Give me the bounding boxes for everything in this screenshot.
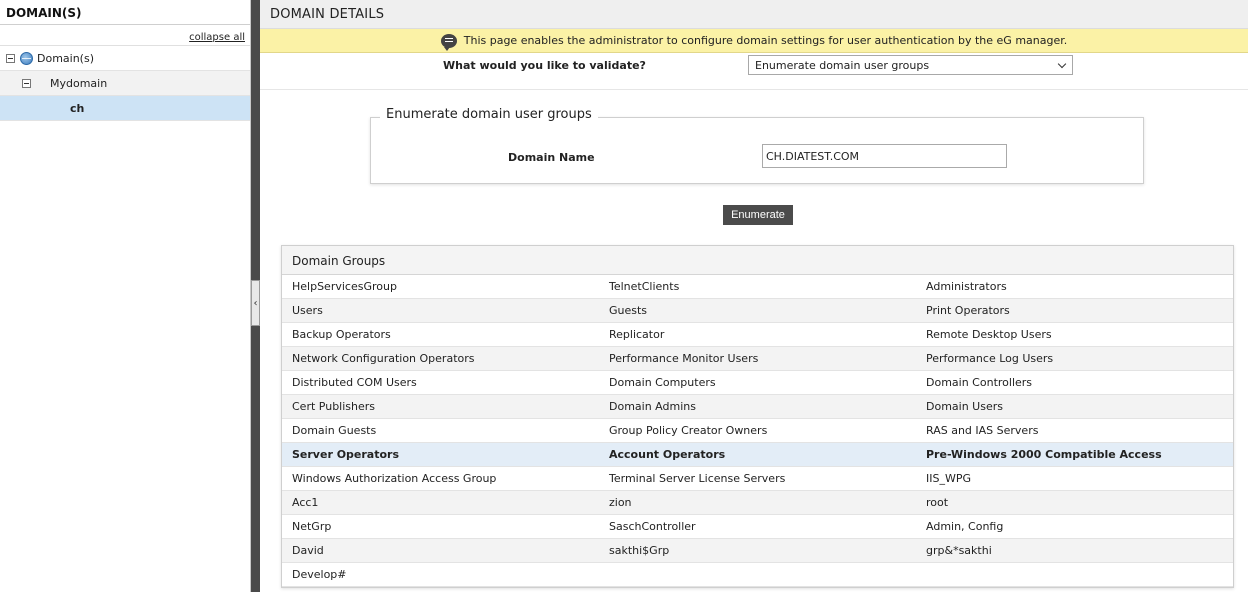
group-cell[interactable]: Remote Desktop Users [916,328,1233,341]
tree-node-domains[interactable]: Domain(s) [0,46,250,71]
table-row: Acc1 zion root [282,491,1233,515]
group-cell[interactable]: Guests [599,304,916,317]
chevron-down-icon [1057,59,1067,69]
main-content: DOMAIN DETAILS This page enables the adm… [260,0,1248,592]
group-cell[interactable]: Cert Publishers [282,400,599,413]
collapse-toggle-icon[interactable] [22,78,31,88]
group-cell[interactable]: Acc1 [282,496,599,509]
group-cell[interactable]: Users [282,304,599,317]
table-row: Windows Authorization Access Group Termi… [282,467,1233,491]
domain-groups-table: Domain Groups HelpServicesGroup TelnetCl… [281,245,1234,588]
domain-tree-panel: DOMAIN(S) collapse all Domain(s) Mydomai… [0,0,251,592]
fieldset-legend: Enumerate domain user groups [380,107,598,122]
chevron-left-icon: ‹ [253,297,258,309]
group-cell[interactable]: Group Policy Creator Owners [599,424,916,437]
table-row: Distributed COM Users Domain Computers D… [282,371,1233,395]
group-cell[interactable]: Terminal Server License Servers [599,472,916,485]
tree-node-label: Domain(s) [37,51,94,65]
tree-node-label: ch [70,101,85,115]
group-cell[interactable]: Server Operators [282,448,599,461]
group-cell[interactable]: NetGrp [282,520,599,533]
domain-name-input[interactable] [762,144,1007,168]
group-cell[interactable]: Domain Guests [282,424,599,437]
table-row: David sakthi$Grp grp&*sakthi [282,539,1233,563]
table-row-highlighted: Server Operators Account Operators Pre-W… [282,443,1233,467]
validate-select[interactable]: Enumerate domain user groups [748,55,1073,75]
group-cell[interactable]: Replicator [599,328,916,341]
collapse-panel-handle[interactable]: ‹ [251,280,260,326]
page-title: DOMAIN DETAILS [260,0,1248,29]
table-row: Cert Publishers Domain Admins Domain Use… [282,395,1233,419]
group-cell[interactable]: Domain Admins [599,400,916,413]
group-cell[interactable]: Pre-Windows 2000 Compatible Access [916,448,1233,461]
group-cell[interactable]: IIS_WPG [916,472,1233,485]
group-cell[interactable]: Account Operators [599,448,916,461]
panel-title: DOMAIN(S) [0,0,250,25]
validate-select-value: Enumerate domain user groups [755,59,930,72]
group-cell[interactable]: Backup Operators [282,328,599,341]
enumerate-fieldset: Enumerate domain user groups Domain Name [370,107,1144,184]
group-cell[interactable]: TelnetClients [599,280,916,293]
collapse-toggle-icon[interactable] [6,53,15,63]
group-cell[interactable]: Print Operators [916,304,1233,317]
group-cell[interactable]: Admin, Config [916,520,1233,533]
table-row: Network Configuration Operators Performa… [282,347,1233,371]
table-row: Domain Guests Group Policy Creator Owner… [282,419,1233,443]
group-cell[interactable]: Domain Users [916,400,1233,413]
globe-icon [20,51,33,65]
collapse-all-link[interactable]: collapse all [189,32,245,43]
info-text: This page enables the administrator to c… [463,34,1068,47]
group-cell[interactable]: HelpServicesGroup [282,280,599,293]
group-cell[interactable]: Distributed COM Users [282,376,599,389]
table-row: Develop# [282,563,1233,587]
group-cell[interactable]: grp&*sakthi [916,544,1233,557]
group-cell[interactable]: RAS and IAS Servers [916,424,1233,437]
group-cell[interactable]: Domain Controllers [916,376,1233,389]
validate-label: What would you like to validate? [443,59,646,72]
group-cell[interactable]: David [282,544,599,557]
group-cell[interactable]: Develop# [282,568,599,581]
tree-node-label: Mydomain [50,76,108,90]
group-cell[interactable]: Performance Monitor Users [599,352,916,365]
group-cell[interactable]: SaschController [599,520,916,533]
separator [260,89,1248,90]
validate-row: What would you like to validate? Enumera… [260,55,1248,77]
enumerate-button[interactable]: Enumerate [723,205,793,225]
group-cell[interactable]: root [916,496,1233,509]
group-cell[interactable]: Network Configuration Operators [282,352,599,365]
group-cell[interactable]: zion [599,496,916,509]
info-banner: This page enables the administrator to c… [260,29,1248,53]
group-cell[interactable]: Windows Authorization Access Group [282,472,599,485]
domain-groups-title: Domain Groups [282,246,1233,275]
table-row: Backup Operators Replicator Remote Deskt… [282,323,1233,347]
group-cell[interactable]: sakthi$Grp [599,544,916,557]
speech-bubble-icon [440,33,457,51]
group-cell[interactable]: Domain Computers [599,376,916,389]
tree-node-ch[interactable]: ch [0,96,250,121]
group-cell[interactable]: Administrators [916,280,1233,293]
tree-node-mydomain[interactable]: Mydomain [0,71,250,96]
table-row: NetGrp SaschController Admin, Config [282,515,1233,539]
table-row: Users Guests Print Operators [282,299,1233,323]
domain-name-label: Domain Name [508,151,595,164]
table-row: HelpServicesGroup TelnetClients Administ… [282,275,1233,299]
group-cell[interactable]: Performance Log Users [916,352,1233,365]
